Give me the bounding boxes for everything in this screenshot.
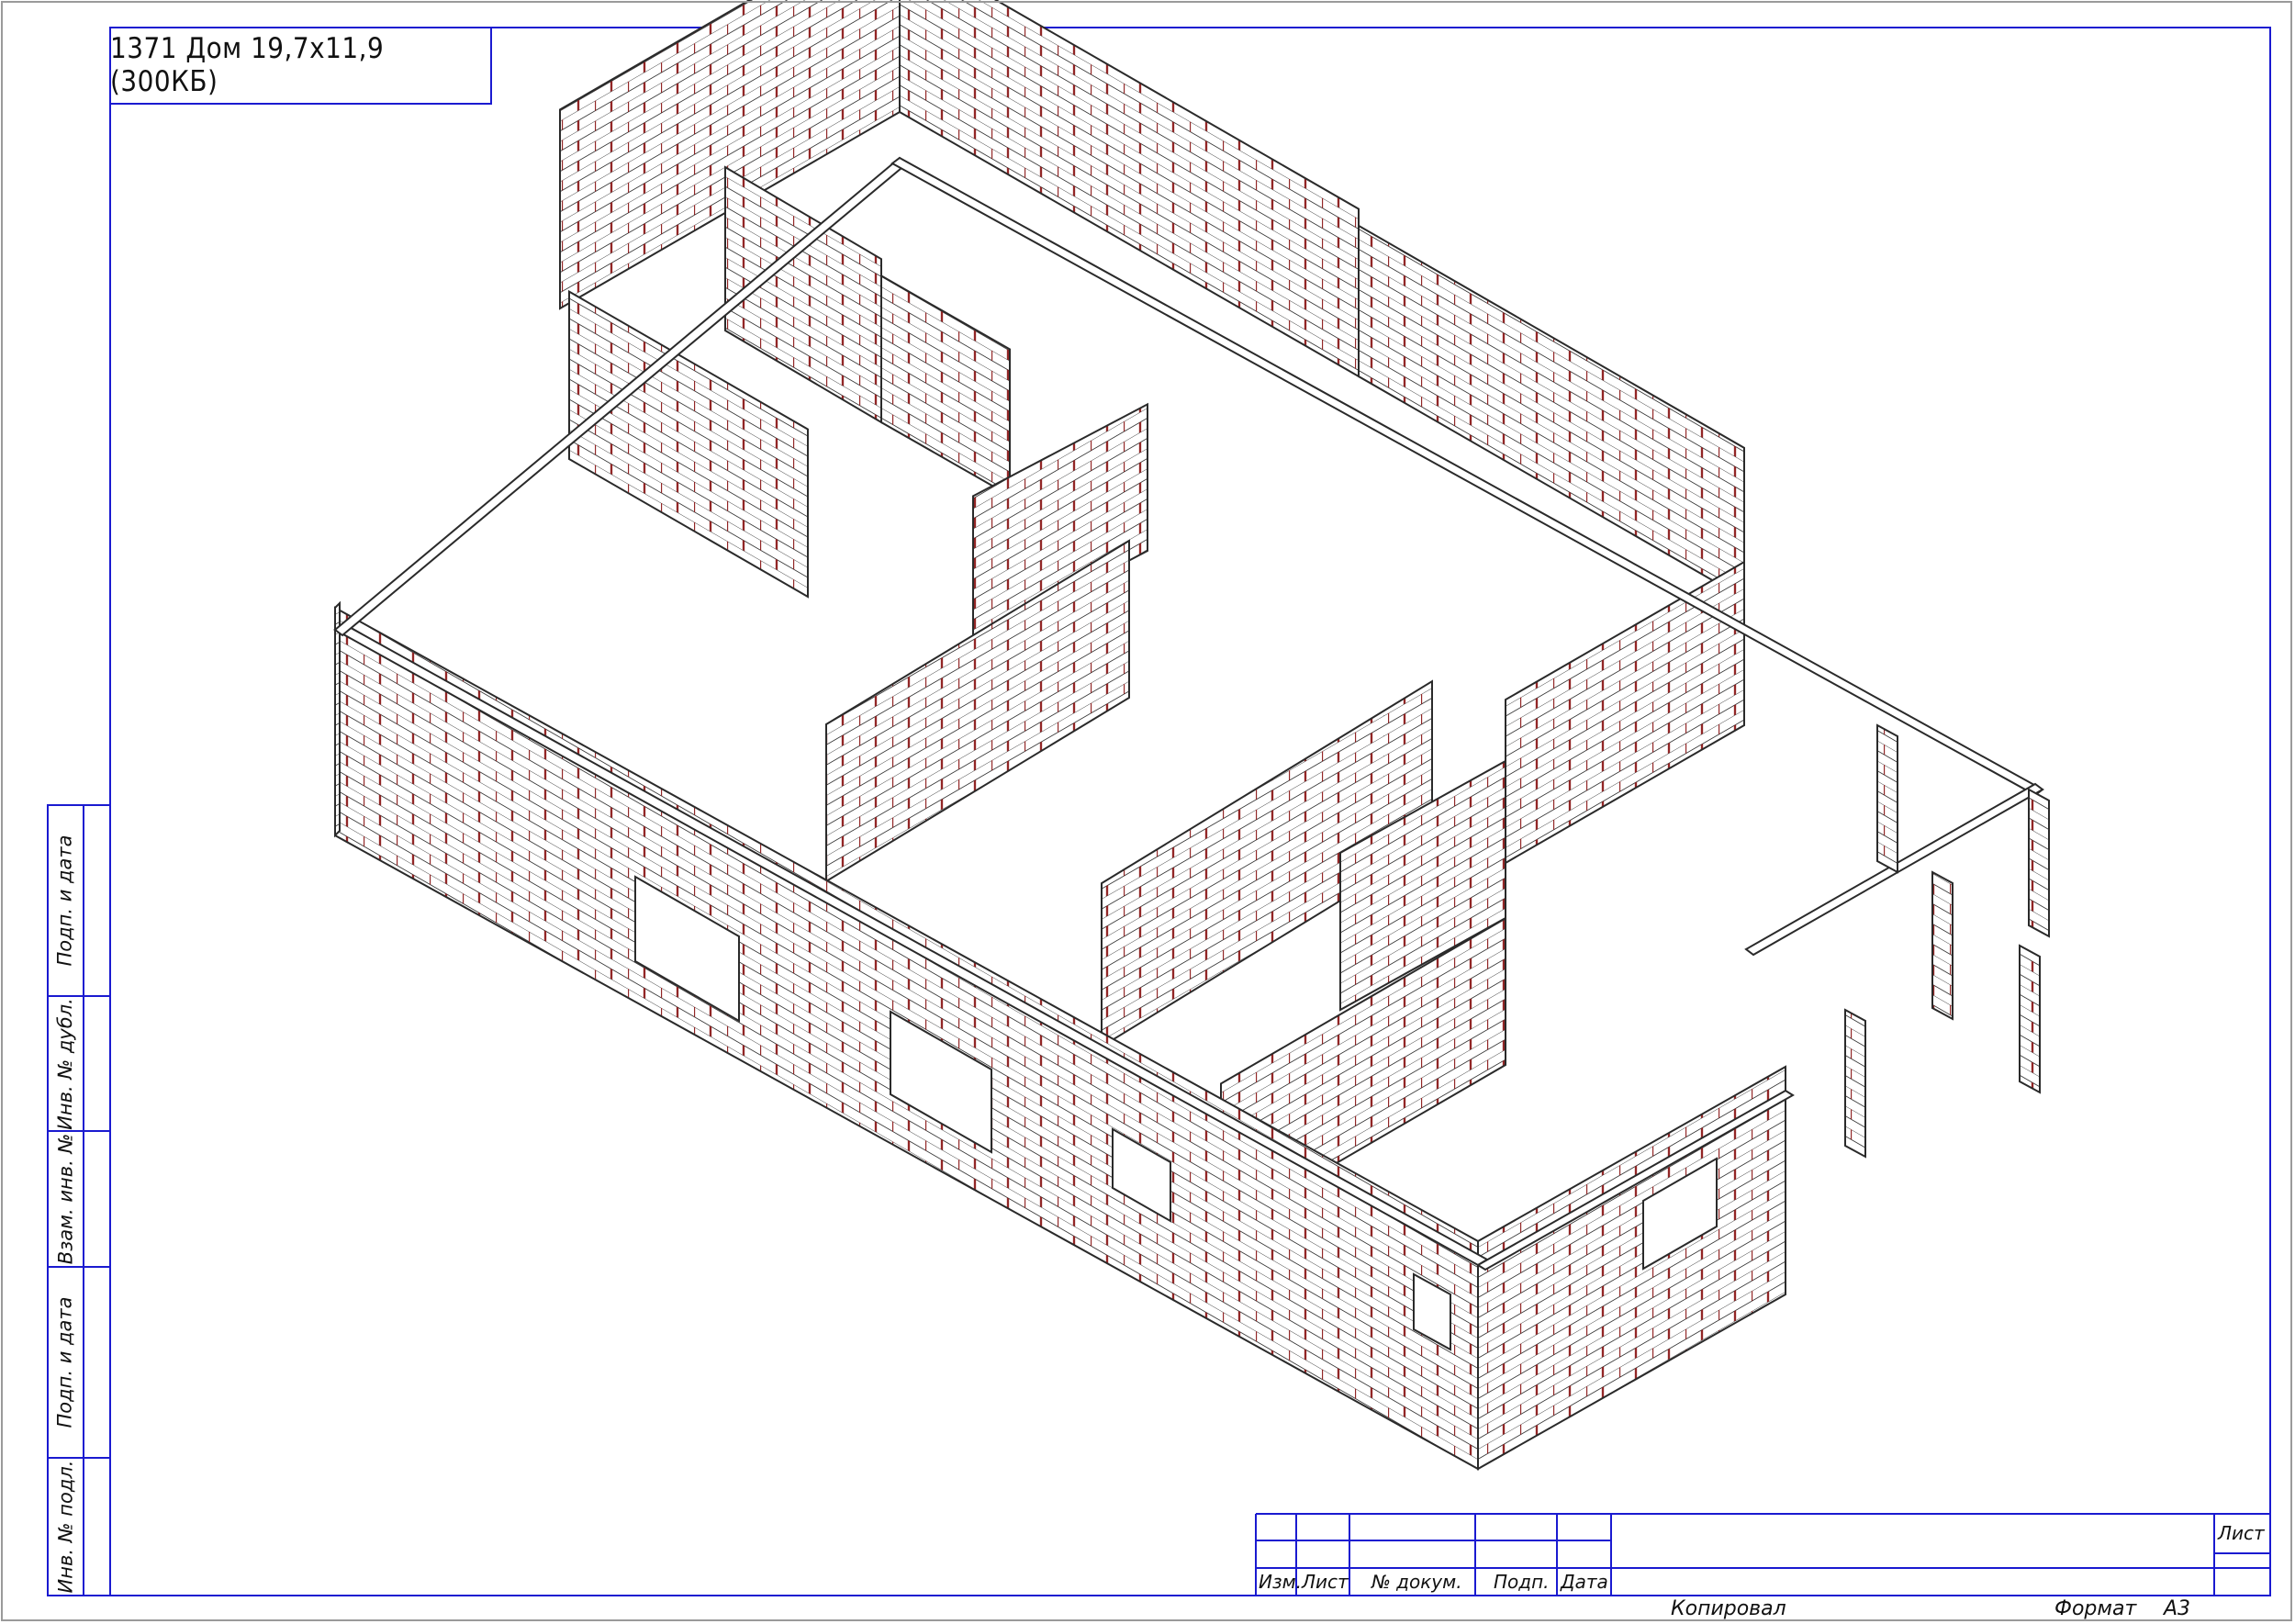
format-label: Формат: [2054, 1597, 2137, 1620]
stamp-text: Инв. № подл.: [54, 1460, 77, 1594]
title-block-col-signature: Подп.: [1494, 1571, 1550, 1593]
front-wall-short: [1477, 1065, 1786, 1471]
drawing-title-box: 1371 Дом 19,7х11,9 (300КБ): [110, 28, 492, 105]
terrace-post-2: [1931, 870, 1954, 1021]
house-axonometric-view: [333, 0, 2050, 1471]
format-value: А3: [2164, 1597, 2191, 1620]
stamp-label-sign-date-1: Подп. и дата: [48, 805, 83, 996]
stamp-text: Взам. инв. №: [54, 1133, 76, 1265]
drawing-canvas: [47, 0, 2271, 1596]
stamp-text: Инв. № дубл.: [54, 997, 76, 1130]
back-wall-terrace-segment: [1358, 224, 1745, 600]
terrace-post-4: [1844, 1008, 1866, 1159]
stamp-label-replace-inv: Взам. инв. №: [48, 1131, 83, 1267]
stamp-text: Подп. и дата: [54, 1296, 76, 1428]
copied-label: Копировал: [1671, 1597, 1786, 1620]
title-block-sheet-label: Лист: [2218, 1522, 2265, 1544]
partition-wall-3: [880, 274, 1011, 498]
terrace-post-1: [1876, 723, 1898, 874]
title-block-col-date: Дата: [1561, 1571, 1608, 1593]
title-block-col-change: Изм.: [1259, 1571, 1303, 1593]
drawing-sheet: 1371 Дом 19,7х11,9 (300КБ) Подп. и дата …: [0, 0, 2295, 1624]
terrace-post-5: [2028, 788, 2050, 938]
back-wall-right-segment: [899, 0, 1360, 378]
stamp-text: Подп. и дата: [54, 834, 76, 967]
drawing-title: 1371 Дом 19,7х11,9 (300КБ): [110, 32, 385, 98]
stamp-label-orig-inv: Инв. № подл.: [48, 1458, 83, 1596]
stamp-label-sign-date-2: Подп. и дата: [48, 1267, 83, 1458]
left-end-wall: [334, 600, 341, 838]
terrace-post-3: [2019, 944, 2041, 1094]
stamp-label-dup-inv: Инв. № дубл.: [48, 996, 83, 1131]
title-block-col-sheet: Лист: [1302, 1571, 1349, 1593]
title-block-col-doc-no: № докум.: [1371, 1571, 1462, 1593]
